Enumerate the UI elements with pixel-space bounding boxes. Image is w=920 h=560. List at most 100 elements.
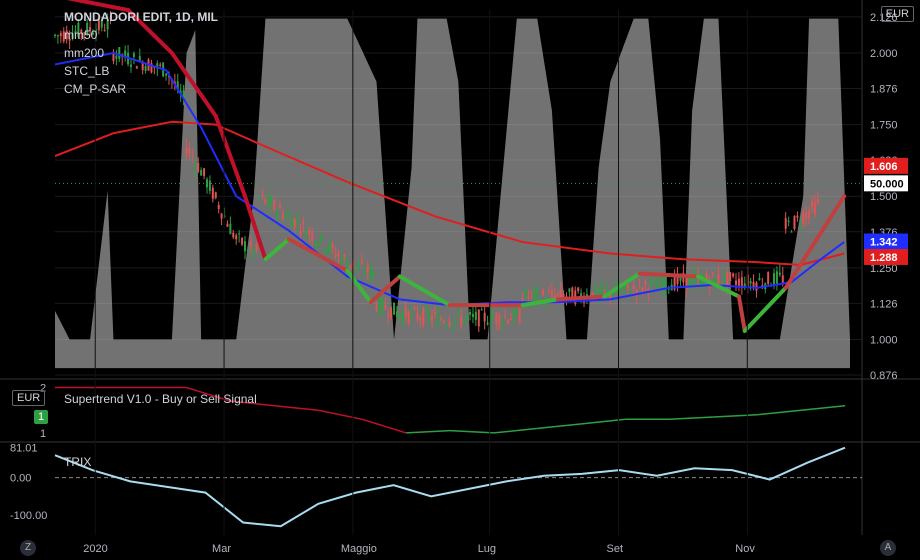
- candle-body: [498, 314, 501, 326]
- trix-line: [54, 446, 846, 528]
- candle-body: [758, 278, 761, 281]
- price-label-text: 1.342: [870, 236, 898, 248]
- candle-body: [463, 318, 466, 324]
- candle-body: [267, 195, 270, 206]
- candle-body: [258, 196, 261, 198]
- candle-body: [200, 169, 203, 176]
- candle-body: [600, 285, 603, 295]
- candle-body: [638, 281, 641, 283]
- candle-body: [249, 241, 252, 247]
- legend-mm200: mm200: [64, 46, 105, 60]
- symbol-title: MONDADORI EDIT, 1D, MIL: [64, 10, 219, 24]
- y-tick-label: 1.876: [870, 84, 898, 96]
- candle-body: [317, 243, 320, 247]
- candle-body: [811, 200, 814, 207]
- candle-body: [232, 232, 235, 238]
- candle-body: [469, 312, 472, 315]
- candle-body: [793, 216, 796, 229]
- legend-stc: STC_LB: [64, 64, 110, 78]
- candle-body: [775, 271, 778, 284]
- supertrend-signal-segment: [493, 427, 538, 434]
- candle-body: [281, 213, 284, 219]
- candle-body: [454, 318, 457, 323]
- trix-y-tick: 81.01: [10, 442, 38, 454]
- candle-body: [390, 307, 393, 319]
- candle-body: [641, 288, 644, 292]
- candle-body: [621, 288, 624, 292]
- candle-body: [384, 305, 387, 310]
- candle-body: [302, 221, 305, 224]
- x-tick-label: 2020: [83, 543, 107, 555]
- candle-body: [334, 253, 337, 258]
- candle-body: [375, 305, 378, 311]
- candle-body: [445, 324, 448, 326]
- candle-body: [363, 271, 366, 274]
- candle-body: [787, 220, 790, 222]
- candle-body: [530, 291, 533, 294]
- currency-button[interactable]: EUR: [880, 6, 914, 22]
- candle-body: [401, 312, 404, 323]
- candle-body: [194, 163, 197, 169]
- candle-body: [407, 311, 410, 324]
- supertrend-segment: [736, 294, 747, 333]
- candle-body: [296, 220, 299, 225]
- candle-body: [547, 291, 550, 293]
- candle-body: [226, 223, 229, 227]
- candle-body: [577, 287, 580, 291]
- candle-body: [509, 318, 512, 321]
- x-tick-label: Nov: [735, 543, 755, 555]
- candle-body: [735, 280, 738, 285]
- candle-body: [314, 241, 317, 246]
- price-label-text: 1.606: [870, 161, 898, 173]
- candle-body: [428, 313, 431, 320]
- candle-body: [477, 309, 480, 327]
- candle-body: [395, 311, 398, 318]
- candle-body: [451, 325, 454, 327]
- candle-body: [568, 288, 571, 292]
- candle-body: [404, 306, 407, 318]
- candle-body: [59, 33, 62, 37]
- candle-body: [653, 278, 656, 280]
- x-tick-label: Set: [607, 543, 624, 555]
- candle-body: [355, 265, 358, 267]
- auto-scale-icon[interactable]: A: [880, 540, 896, 556]
- candle-body: [550, 290, 553, 297]
- candle-body: [442, 321, 445, 324]
- candle-body: [650, 280, 653, 286]
- candle-body: [346, 262, 349, 269]
- candle-body: [773, 273, 776, 285]
- candle-body: [284, 213, 287, 219]
- candle-body: [471, 313, 474, 317]
- candle-body: [518, 308, 521, 324]
- candle-body: [191, 156, 194, 158]
- candle-body: [241, 237, 244, 245]
- candle-body: [188, 148, 191, 154]
- candle-body: [723, 274, 726, 284]
- price-label-text: 50.000: [870, 178, 904, 190]
- candle-body: [606, 289, 609, 291]
- candle-body: [264, 199, 267, 203]
- candle-body: [422, 308, 425, 325]
- candle-body: [507, 320, 510, 324]
- supertrend-y-tick: 1: [40, 428, 46, 440]
- candle-body: [805, 212, 808, 219]
- x-tick-label: Mar: [212, 543, 231, 555]
- candle-body: [290, 218, 293, 228]
- candle-body: [410, 310, 413, 315]
- candle-body: [492, 316, 495, 318]
- main-legend: MONDADORI EDIT, 1D, MIL mm50 mm200 STC_L…: [64, 8, 218, 98]
- candle-body: [340, 257, 343, 265]
- candle-body: [486, 322, 489, 325]
- candle-body: [54, 34, 56, 36]
- candle-body: [632, 284, 635, 290]
- zoom-icon[interactable]: Z: [20, 540, 36, 556]
- candle-body: [661, 281, 664, 292]
- trix-y-tick: -100.00: [10, 510, 47, 522]
- candle-body: [246, 249, 249, 251]
- supertrend-value-badge: 1: [34, 410, 49, 424]
- candle-body: [211, 187, 214, 199]
- supertrend-signal-segment: [757, 409, 802, 416]
- candle-body: [366, 264, 369, 273]
- candle-body: [527, 296, 530, 298]
- candle-body: [717, 274, 720, 285]
